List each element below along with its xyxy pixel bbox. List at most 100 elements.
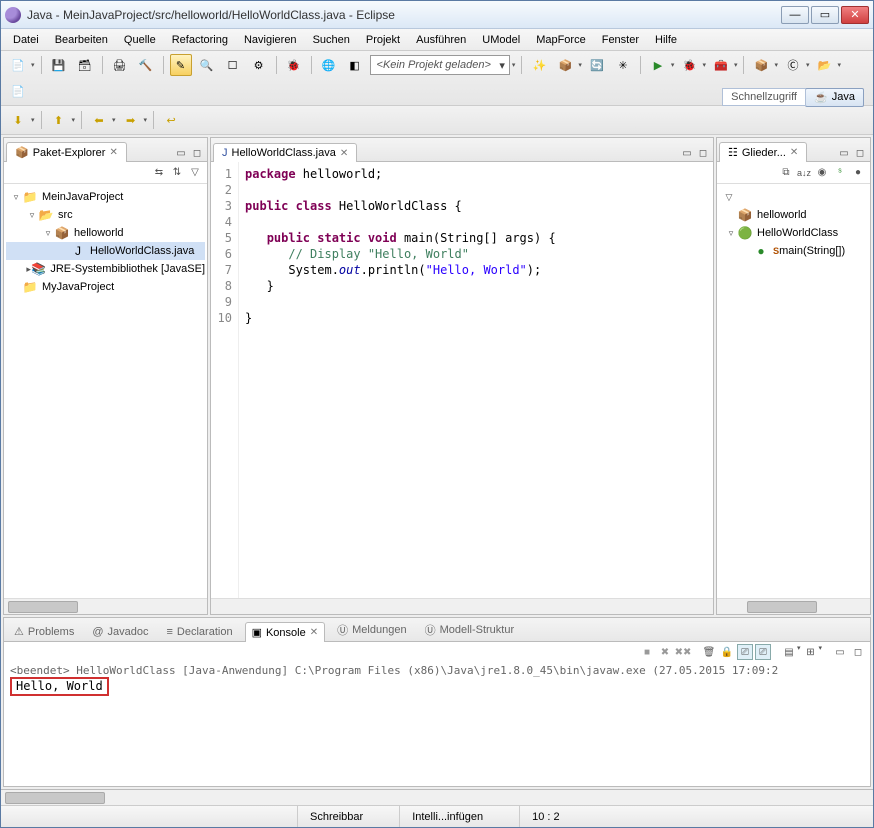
- tree-item[interactable]: 📁MyJavaProject: [6, 278, 205, 296]
- hide-nonpublic-icon[interactable]: ●: [850, 165, 866, 181]
- tree-item[interactable]: ▸📚JRE-Systembibliothek [JavaSE]: [6, 260, 205, 278]
- debug-perspective-icon[interactable]: 🐞: [283, 54, 305, 76]
- menu-umodel[interactable]: UModel: [474, 31, 528, 49]
- h-scrollbar[interactable]: [717, 598, 870, 614]
- open-console-icon[interactable]: ⊞: [802, 644, 818, 660]
- java-perspective-button[interactable]: ☕ Java: [805, 88, 864, 107]
- h-scrollbar[interactable]: [1, 789, 873, 805]
- dropdown-icon[interactable]: ▾: [31, 61, 35, 69]
- open-type-icon[interactable]: ✎: [170, 54, 192, 76]
- tree-item[interactable]: ▿📂src: [6, 206, 205, 224]
- minimize-pane-icon[interactable]: ▭: [173, 145, 189, 161]
- outline-tree[interactable]: ▽ 📦helloworld▿🟢HelloWorldClass●Smain(Str…: [717, 184, 870, 598]
- close-icon[interactable]: ✕: [310, 627, 318, 638]
- tree-item[interactable]: ▿📁MeinJavaProject: [6, 188, 205, 206]
- remove-all-icon[interactable]: ✖✖: [675, 644, 691, 660]
- maximize-pane-icon[interactable]: ◻: [852, 145, 868, 161]
- search-icon[interactable]: 🔍: [196, 54, 218, 76]
- menu-mapforce[interactable]: MapForce: [528, 31, 594, 49]
- minimize-pane-icon[interactable]: ▭: [832, 644, 848, 660]
- minimize-button[interactable]: —: [781, 6, 809, 24]
- prev-icon[interactable]: ⬅: [88, 109, 110, 131]
- quickaccess-field[interactable]: Schnellzugriff: [722, 88, 806, 106]
- minimize-pane-icon[interactable]: ▭: [836, 145, 852, 161]
- menu-bearbeiten[interactable]: Bearbeiten: [47, 31, 116, 49]
- debug-icon[interactable]: 🐞: [678, 54, 700, 76]
- outline-item[interactable]: ▿🟢HelloWorldClass: [719, 224, 868, 242]
- display-selected-icon[interactable]: ▤: [781, 644, 797, 660]
- close-icon[interactable]: ✕: [790, 147, 798, 158]
- toggle-icon[interactable]: ☐: [222, 54, 244, 76]
- hide-fields-icon[interactable]: ◉: [814, 165, 830, 181]
- code-editor[interactable]: 12345678910 package helloworld;public cl…: [211, 162, 713, 598]
- scroll-lock-icon[interactable]: 🔒: [719, 644, 735, 660]
- forward-arrow-icon[interactable]: ⬆: [48, 109, 70, 131]
- console-output[interactable]: <beendet> HelloWorldClass [Java-Anwendun…: [4, 662, 870, 786]
- console-tab-javadoc[interactable]: @Javadoc: [86, 623, 154, 641]
- build-icon[interactable]: 🔨: [135, 54, 157, 76]
- globe-icon[interactable]: 🌐: [318, 54, 340, 76]
- menu-ausführen[interactable]: Ausführen: [408, 31, 474, 49]
- menu-navigieren[interactable]: Navigieren: [236, 31, 305, 49]
- sort-icon[interactable]: ⧉: [778, 165, 794, 181]
- link-editor-icon[interactable]: ⇅: [169, 165, 185, 181]
- save-icon[interactable]: 💾: [48, 54, 70, 76]
- filter-icon[interactable]: ⚙: [248, 54, 270, 76]
- az-icon[interactable]: a↓z: [796, 165, 812, 181]
- pin-console-icon[interactable]: ⎚: [737, 644, 753, 660]
- save-all-icon[interactable]: 🗃: [74, 54, 96, 76]
- hide-static-icon[interactable]: ˢ: [832, 165, 848, 181]
- maximize-pane-icon[interactable]: ◻: [695, 145, 711, 161]
- ext-tools-icon[interactable]: 🧰: [710, 54, 732, 76]
- refresh-icon[interactable]: 🔄: [586, 54, 608, 76]
- new-folder-icon[interactable]: 📂: [814, 54, 836, 76]
- menu-quelle[interactable]: Quelle: [116, 31, 164, 49]
- console-tab-konsole[interactable]: ▣Konsole ✕: [245, 622, 326, 642]
- h-scrollbar[interactable]: [4, 598, 207, 614]
- editor-tab[interactable]: J HelloWorldClass.java ✕: [213, 143, 357, 162]
- collapse-all-icon[interactable]: ⇆: [151, 165, 167, 181]
- menu-datei[interactable]: Datei: [5, 31, 47, 49]
- maximize-button[interactable]: ▭: [811, 6, 839, 24]
- console-tab-meldungen[interactable]: ⓊMeldungen: [331, 619, 412, 641]
- close-icon[interactable]: ✕: [340, 148, 348, 159]
- menu-fenster[interactable]: Fenster: [594, 31, 647, 49]
- print-icon[interactable]: 🖨: [109, 54, 131, 76]
- package-explorer-tab[interactable]: 📦 Paket-Explorer ✕: [6, 142, 127, 162]
- last-edit-icon[interactable]: ↩: [160, 109, 182, 131]
- console-tab-problems[interactable]: ⚠Problems: [8, 622, 80, 641]
- menu-projekt[interactable]: Projekt: [358, 31, 408, 49]
- view-menu-icon[interactable]: ▽: [187, 165, 203, 181]
- outline-tab[interactable]: ☷ Glieder... ✕: [719, 142, 807, 162]
- minimize-pane-icon[interactable]: ▭: [679, 145, 695, 161]
- console-tab-modell-struktur[interactable]: ⓊModell-Struktur: [419, 619, 521, 641]
- tree-item[interactable]: ▿📦helloworld: [6, 224, 205, 242]
- maximize-pane-icon[interactable]: ◻: [850, 644, 866, 660]
- tree-item[interactable]: JHelloWorldClass.java: [6, 242, 205, 260]
- next-icon[interactable]: ➡: [120, 109, 142, 131]
- menu-hilfe[interactable]: Hilfe: [647, 31, 685, 49]
- menu-refactoring[interactable]: Refactoring: [164, 31, 236, 49]
- menu-suchen[interactable]: Suchen: [305, 31, 358, 49]
- clear-console-icon[interactable]: 🗑: [701, 644, 717, 660]
- new-class-icon[interactable]: Ⓒ: [782, 54, 804, 76]
- remove-launch-icon[interactable]: ✖: [657, 644, 673, 660]
- umodel-icon[interactable]: ◧: [344, 54, 366, 76]
- dropdown-icon[interactable]: ▾: [512, 61, 516, 69]
- view-menu-row[interactable]: ▽: [719, 188, 868, 206]
- run-icon[interactable]: ▶: [647, 54, 669, 76]
- close-button[interactable]: ✕: [841, 6, 869, 24]
- back-arrow-icon[interactable]: ⬇: [7, 109, 29, 131]
- show-console-icon[interactable]: ⎚: [755, 644, 771, 660]
- close-icon[interactable]: ✕: [109, 147, 117, 158]
- wand-icon[interactable]: ✨: [528, 54, 550, 76]
- project-combo[interactable]: <Kein Projekt geladen>: [370, 55, 510, 75]
- package-explorer-tree[interactable]: ▿📁MeinJavaProject▿📂src▿📦helloworldJHello…: [4, 184, 207, 598]
- new-package-icon[interactable]: 📦: [750, 54, 772, 76]
- console-tab-declaration[interactable]: ≡Declaration: [161, 623, 239, 641]
- outline-item[interactable]: ●Smain(String[]): [719, 242, 868, 260]
- new-file-icon[interactable]: 📄: [7, 80, 29, 102]
- terminate-icon[interactable]: ■: [639, 644, 655, 660]
- outline-item[interactable]: 📦helloworld: [719, 206, 868, 224]
- star-icon[interactable]: ✳: [612, 54, 634, 76]
